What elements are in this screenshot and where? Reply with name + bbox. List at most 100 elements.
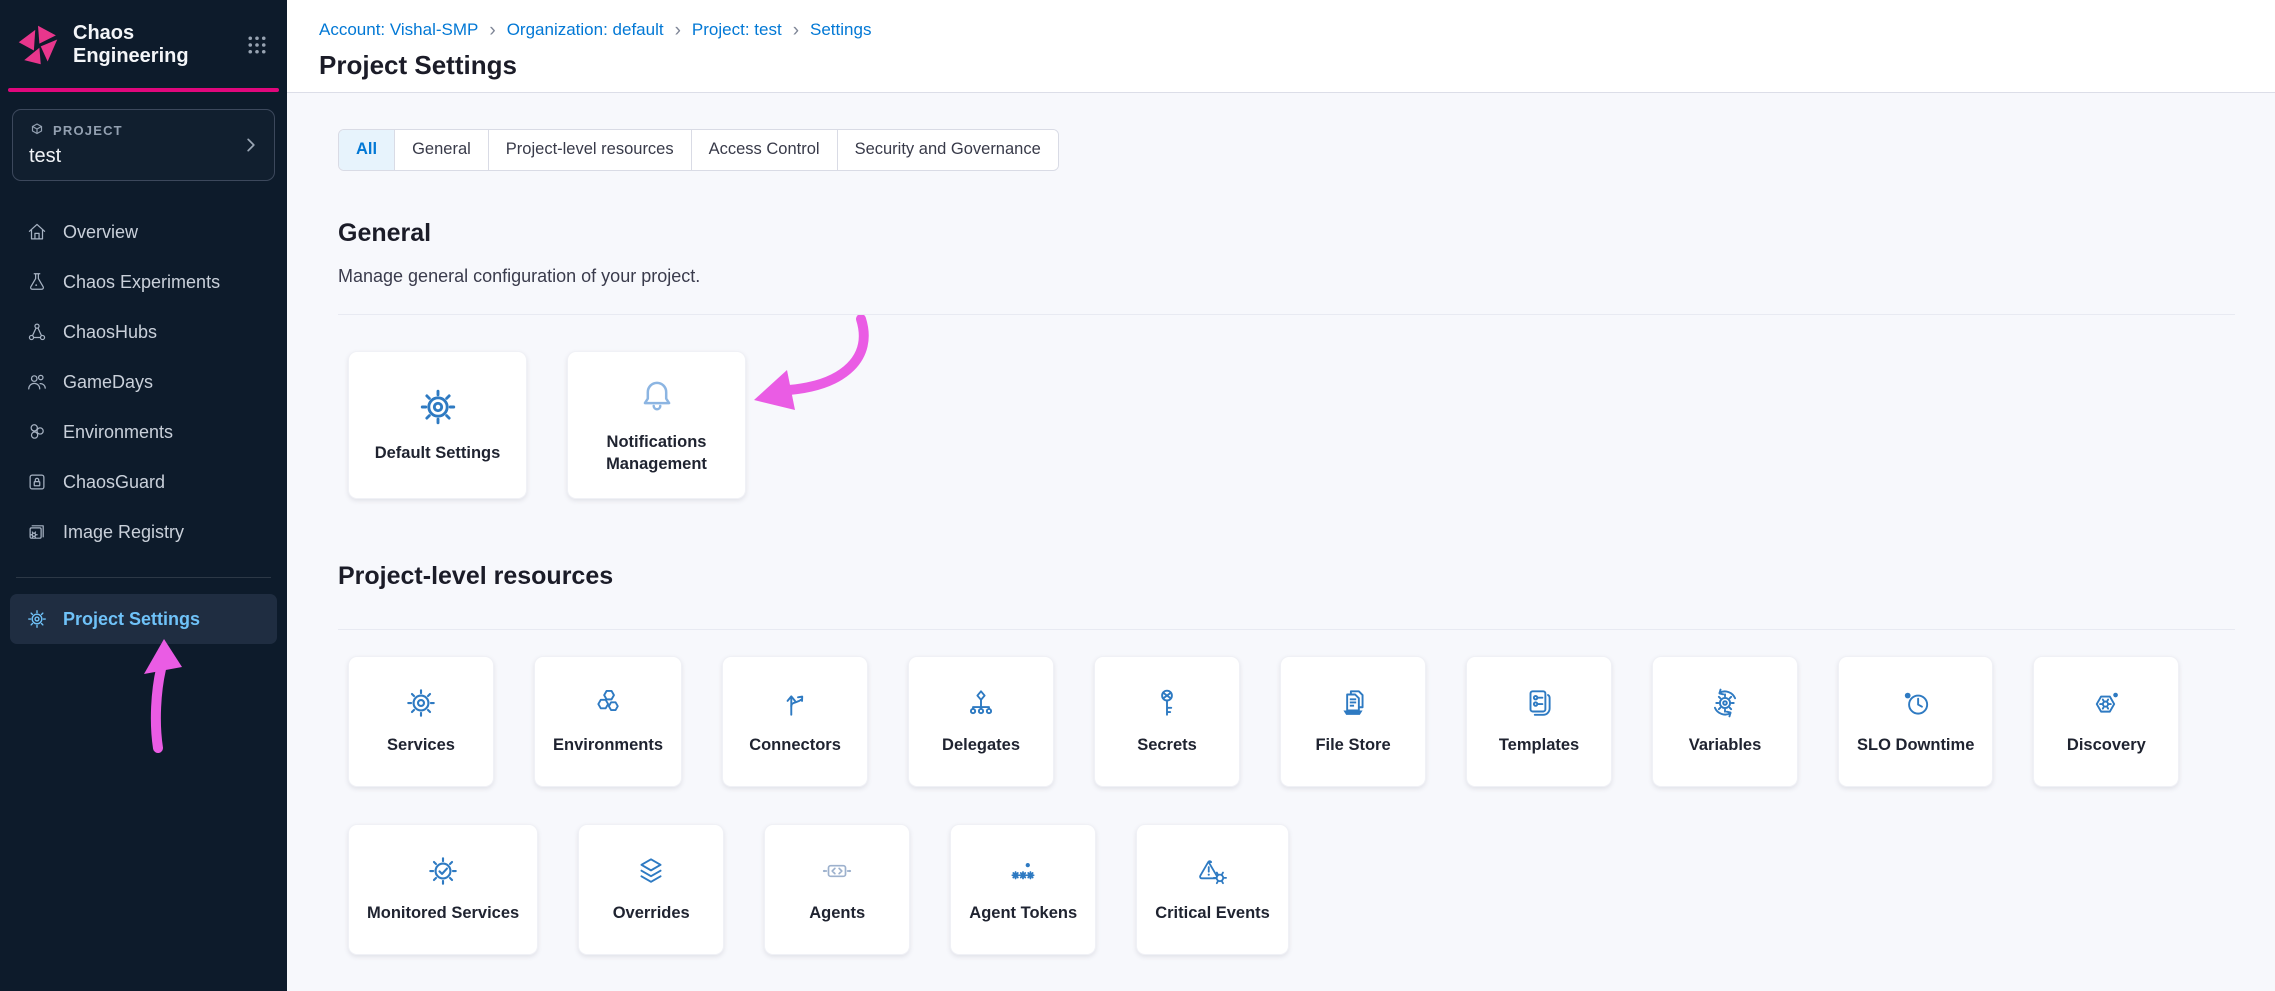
- card-discovery[interactable]: Discovery: [2033, 656, 2179, 787]
- sidebar-header: Chaos Engineering: [0, 0, 287, 88]
- project-name: test: [29, 145, 258, 168]
- tab-security-and-governance[interactable]: Security and Governance: [838, 130, 1058, 170]
- sidebar-item-overview[interactable]: Overview: [0, 207, 287, 257]
- sidebar-item-label: GameDays: [63, 372, 153, 393]
- sidebar-item-environments[interactable]: Environments: [0, 407, 287, 457]
- chevron-right-icon[interactable]: [242, 136, 260, 154]
- section-divider: [338, 314, 2235, 315]
- card-label: Overrides: [613, 902, 690, 924]
- tab-access-control[interactable]: Access Control: [692, 130, 838, 170]
- resource-cards-row2: Monitored Services Overrides Agents: [348, 824, 2235, 955]
- breadcrumb: Account: Vishal-SMP › Organization: defa…: [319, 20, 2275, 40]
- sidebar-item-gamedays[interactable]: GameDays: [0, 357, 287, 407]
- content-area: All General Project-level resources Acce…: [287, 93, 2275, 991]
- sidebar-item-image-registry[interactable]: Image Registry: [0, 507, 287, 557]
- sidebar-item-chaosguard[interactable]: ChaosGuard: [0, 457, 287, 507]
- sidebar-item-label: Project Settings: [63, 609, 200, 630]
- section-title-resources: Project-level resources: [338, 562, 2235, 591]
- bell-icon: [636, 375, 678, 417]
- card-variables[interactable]: Variables: [1652, 656, 1798, 787]
- annotation-arrow-up-icon: [137, 637, 189, 753]
- card-label: Secrets: [1137, 734, 1197, 756]
- card-label: Variables: [1689, 734, 1761, 756]
- org-chart-icon: [964, 686, 998, 720]
- tokens-icon: [1006, 854, 1040, 888]
- card-label: Templates: [1499, 734, 1579, 756]
- section-divider: [338, 629, 2235, 630]
- sidebar: Chaos Engineering PROJECT test Overview …: [0, 0, 287, 991]
- card-label: Connectors: [749, 734, 841, 756]
- chevron-separator-icon: ›: [489, 21, 495, 40]
- card-environments[interactable]: Environments: [534, 656, 682, 787]
- section-project-level-resources: Project-level resources Services Environ…: [338, 562, 2235, 955]
- sidebar-item-label: Overview: [63, 222, 138, 243]
- sidebar-item-project-settings[interactable]: Project Settings: [10, 594, 277, 644]
- card-templates[interactable]: Templates: [1466, 656, 1612, 787]
- project-label: PROJECT: [53, 123, 123, 138]
- chevron-separator-icon: ›: [793, 21, 799, 40]
- app-title: Chaos Engineering: [73, 22, 232, 68]
- card-secrets[interactable]: Secrets: [1094, 656, 1240, 787]
- tab-project-level-resources[interactable]: Project-level resources: [489, 130, 692, 170]
- warning-gear-icon: [1196, 854, 1230, 888]
- resource-cards-row1: Services Environments Connectors: [348, 656, 2235, 787]
- breadcrumb-link-settings[interactable]: Settings ›: [810, 20, 871, 40]
- code-agents-icon: [820, 854, 854, 888]
- card-label: Environments: [553, 734, 663, 756]
- card-label: Discovery: [2067, 734, 2146, 756]
- project-selector-header: PROJECT: [29, 122, 258, 138]
- card-label: Agents: [809, 902, 865, 924]
- variables-icon: [1708, 686, 1742, 720]
- layers-icon: [634, 854, 668, 888]
- card-services[interactable]: Services: [348, 656, 494, 787]
- card-label: File Store: [1315, 734, 1390, 756]
- hub-icon: [26, 321, 48, 343]
- sidebar-nav: Overview Chaos Experiments ChaosHubs Gam…: [0, 207, 287, 557]
- section-subtitle-general: Manage general configuration of your pro…: [338, 266, 2235, 287]
- tab-general[interactable]: General: [395, 130, 489, 170]
- sidebar-item-chaoshubs[interactable]: ChaosHubs: [0, 307, 287, 357]
- key-icon: [1150, 686, 1184, 720]
- card-notifications-management[interactable]: Notifications Management: [567, 351, 746, 499]
- card-delegates[interactable]: Delegates: [908, 656, 1054, 787]
- card-agent-tokens[interactable]: Agent Tokens: [950, 824, 1096, 955]
- card-agents[interactable]: Agents: [764, 824, 910, 955]
- home-icon: [26, 221, 48, 243]
- card-label: SLO Downtime: [1857, 734, 1974, 756]
- sidebar-item-label: ChaosHubs: [63, 322, 157, 343]
- section-title-general: General: [338, 219, 2235, 248]
- sidebar-item-chaos-experiments[interactable]: Chaos Experiments: [0, 257, 287, 307]
- brand-accent-line: [8, 88, 279, 92]
- cube-icon: [29, 122, 45, 138]
- tab-all[interactable]: All: [339, 130, 395, 170]
- general-cards: Default Settings Notifications Managemen…: [348, 351, 2235, 499]
- sidebar-item-label: ChaosGuard: [63, 472, 165, 493]
- settings-gear-icon: [417, 386, 459, 428]
- harness-logo-icon: [16, 23, 60, 67]
- card-file-store[interactable]: File Store: [1280, 656, 1426, 787]
- hexagons-icon: [591, 686, 625, 720]
- breadcrumb-link-organization-default[interactable]: Organization: default ›: [507, 20, 692, 40]
- card-monitored-services[interactable]: Monitored Services: [348, 824, 538, 955]
- file-store-icon: [1336, 686, 1370, 720]
- breadcrumb-link-account-vishal-smp[interactable]: Account: Vishal-SMP ›: [319, 20, 507, 40]
- card-label: Agent Tokens: [969, 902, 1077, 924]
- card-label: Critical Events: [1155, 902, 1270, 924]
- breadcrumb-link-project-test[interactable]: Project: test ›: [692, 20, 810, 40]
- settings-tabs: All General Project-level resources Acce…: [338, 129, 1059, 171]
- card-default-settings[interactable]: Default Settings: [348, 351, 527, 499]
- clock-icon: [1899, 686, 1933, 720]
- discovery-icon: [2089, 686, 2123, 720]
- sidebar-divider: [16, 577, 271, 578]
- card-overrides[interactable]: Overrides: [578, 824, 724, 955]
- card-connectors[interactable]: Connectors: [722, 656, 868, 787]
- circles-icon: [26, 421, 48, 443]
- card-label: Services: [387, 734, 455, 756]
- card-critical-events[interactable]: Critical Events: [1136, 824, 1289, 955]
- users-icon: [26, 371, 48, 393]
- card-slo-downtime[interactable]: SLO Downtime: [1838, 656, 1993, 787]
- card-label: Monitored Services: [367, 902, 519, 924]
- templates-icon: [1522, 686, 1556, 720]
- project-selector[interactable]: PROJECT test: [12, 109, 275, 181]
- module-grid-icon[interactable]: [245, 33, 269, 57]
